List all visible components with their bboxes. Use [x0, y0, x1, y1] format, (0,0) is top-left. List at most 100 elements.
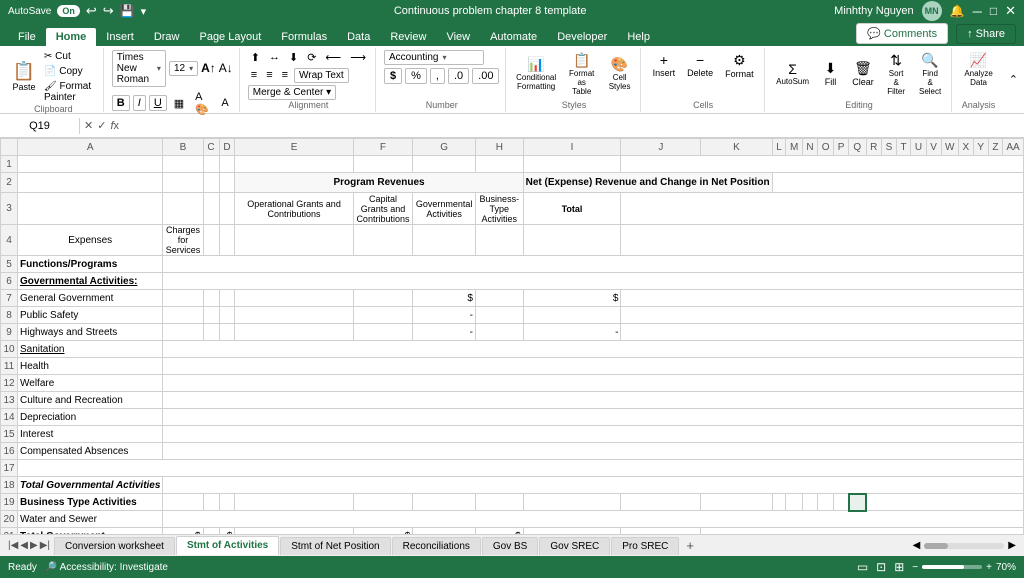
cell-styles-button[interactable]: 🎨 CellStyles — [606, 54, 634, 93]
cell-h4[interactable] — [475, 225, 523, 256]
cell-d3[interactable] — [219, 193, 235, 225]
col-header-a[interactable]: A — [18, 139, 163, 156]
cell-rest-5[interactable] — [163, 256, 1024, 273]
col-header-t[interactable]: T — [896, 139, 910, 156]
row-header-19[interactable]: 19 — [1, 494, 18, 511]
row-header-10[interactable]: 10 — [1, 341, 18, 358]
cell-f4[interactable] — [353, 225, 413, 256]
insert-function-icon[interactable]: fx — [110, 120, 119, 132]
col-header-p[interactable]: P — [834, 139, 849, 156]
zoom-out-button[interactable]: − — [912, 562, 918, 573]
window-close[interactable]: ✕ — [1005, 3, 1016, 19]
tab-help[interactable]: Help — [617, 28, 660, 46]
cell-rest-16[interactable] — [163, 443, 1024, 460]
tab-conversion-worksheet[interactable]: Conversion worksheet — [54, 537, 175, 555]
cell-b9[interactable] — [163, 324, 203, 341]
cell-f19[interactable] — [353, 494, 413, 511]
row-header-20[interactable]: 20 — [1, 511, 18, 528]
cell-a9[interactable]: Highways and Streets — [18, 324, 163, 341]
cell-e4[interactable] — [235, 225, 353, 256]
cell-a3[interactable] — [18, 193, 163, 225]
font-size-dropdown[interactable]: 12 ▾ — [169, 61, 198, 76]
tab-data[interactable]: Data — [337, 28, 380, 46]
col-header-w[interactable]: W — [941, 139, 958, 156]
cell-a6[interactable]: Governmental Activities: — [18, 273, 163, 290]
row-header-7[interactable]: 7 — [1, 290, 18, 307]
horizontal-scrollbar-thumb[interactable] — [924, 543, 948, 549]
cell-a21[interactable]: Total Government — [18, 528, 163, 535]
find-select-button[interactable]: 🔍 Find &Select — [915, 50, 945, 98]
cell-j1-rest[interactable] — [621, 156, 1024, 173]
decimal-increase-button[interactable]: .0 — [448, 68, 469, 84]
cell-e3[interactable]: Operational Grants and Contributions — [235, 193, 353, 225]
align-bottom-icon[interactable]: ⬇ — [286, 50, 301, 65]
cell-b8[interactable] — [163, 307, 203, 324]
underline-button[interactable]: U — [149, 95, 167, 111]
row-header-4[interactable]: 4 — [1, 225, 18, 256]
cut-button[interactable]: ✂ Cut — [41, 50, 97, 63]
col-header-f[interactable]: F — [353, 139, 413, 156]
cell-rest-15[interactable] — [163, 426, 1024, 443]
col-header-v[interactable]: V — [926, 139, 941, 156]
bold-button[interactable]: B — [112, 95, 130, 111]
cell-a7[interactable]: General Government — [18, 290, 163, 307]
cell-rest-11[interactable] — [163, 358, 1024, 375]
cell-b4[interactable]: Charges for Services — [163, 225, 203, 256]
row-header-21[interactable]: 21 — [1, 528, 18, 535]
cell-a2[interactable] — [18, 173, 163, 193]
row-header-1[interactable]: 1 — [1, 156, 18, 173]
paste-button[interactable]: 📋 Paste — [10, 59, 38, 94]
cell-a8[interactable]: Public Safety — [18, 307, 163, 324]
row-header-8[interactable]: 8 — [1, 307, 18, 324]
font-shrink-icon[interactable]: A↓ — [219, 61, 233, 75]
format-button[interactable]: ⚙ Format — [721, 50, 758, 81]
cell-e1[interactable] — [235, 156, 353, 173]
conditional-formatting-button[interactable]: 📊 ConditionalFormatting — [514, 54, 557, 93]
tab-automate[interactable]: Automate — [480, 28, 547, 46]
cell-e7[interactable] — [235, 290, 353, 307]
cell-d8[interactable] — [219, 307, 235, 324]
col-header-o[interactable]: O — [818, 139, 834, 156]
cell-l19[interactable] — [772, 494, 786, 511]
cell-d2[interactable] — [219, 173, 235, 193]
col-header-h[interactable]: H — [475, 139, 523, 156]
cell-a11[interactable]: Health — [18, 358, 163, 375]
cell-j19[interactable] — [621, 494, 701, 511]
cell-rest-13[interactable] — [163, 392, 1024, 409]
cell-g3[interactable]: Governmental Activities — [413, 193, 476, 225]
formula-input[interactable] — [123, 118, 1024, 134]
tab-stmt-activities[interactable]: Stmt of Activities — [176, 536, 279, 555]
cell-d21[interactable]: $ — [219, 528, 235, 535]
cell-f1[interactable] — [353, 156, 413, 173]
cell-h19[interactable] — [475, 494, 523, 511]
cell-f21[interactable]: $ — [353, 528, 413, 535]
tab-insert[interactable]: Insert — [96, 28, 144, 46]
cell-net-expense[interactable]: Net (Expense) Revenue and Change in Net … — [523, 173, 772, 193]
cell-e9[interactable] — [235, 324, 353, 341]
cell-rest-19[interactable] — [866, 494, 1023, 511]
font-name-dropdown[interactable]: Times New Roman ▾ — [112, 50, 166, 87]
save-icon[interactable]: 💾 — [120, 4, 135, 18]
cell-a12[interactable]: Welfare — [18, 375, 163, 392]
text-direction-icon[interactable]: ⟳ — [304, 50, 319, 65]
cell-rest-20[interactable] — [163, 511, 1024, 528]
cell-d7[interactable] — [219, 290, 235, 307]
cell-rest-9[interactable] — [621, 324, 1024, 341]
cell-c9[interactable] — [203, 324, 219, 341]
comments-button[interactable]: 💬 Comments — [856, 23, 948, 44]
cell-c7[interactable] — [203, 290, 219, 307]
row-header-5[interactable]: 5 — [1, 256, 18, 273]
col-header-j[interactable]: J — [621, 139, 701, 156]
border-button[interactable]: ▦ — [170, 96, 188, 111]
cell-rest-8[interactable] — [621, 307, 1024, 324]
cell-g7[interactable]: $ — [413, 290, 476, 307]
col-header-b[interactable]: B — [163, 139, 203, 156]
tab-review[interactable]: Review — [380, 28, 436, 46]
insert-button[interactable]: + Insert — [649, 50, 680, 80]
row-header-15[interactable]: 15 — [1, 426, 18, 443]
fill-color-button[interactable]: A🎨 — [191, 90, 214, 117]
name-box[interactable]: Q19 — [0, 118, 80, 134]
cell-rest-2[interactable] — [772, 173, 1023, 193]
col-header-d[interactable]: D — [219, 139, 235, 156]
cell-rest-17[interactable] — [18, 460, 1024, 477]
